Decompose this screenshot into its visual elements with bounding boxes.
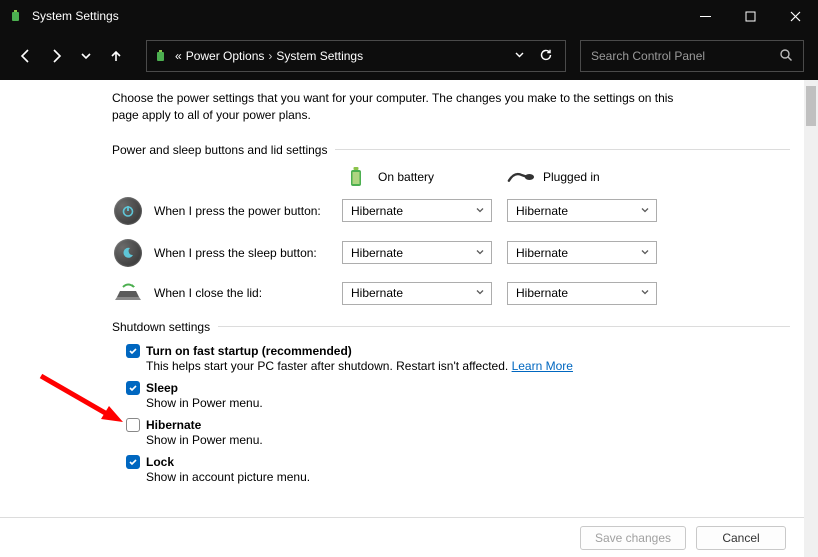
checkbox-description: This helps start your PC faster after sh… <box>146 359 790 373</box>
intro-text: Choose the power settings that you want … <box>112 90 692 125</box>
cancel-button[interactable]: Cancel <box>696 526 786 550</box>
chevron-right-icon: › <box>268 49 272 63</box>
navbar: « Power Options › System Settings <box>0 32 818 80</box>
scrollbar[interactable] <box>804 80 818 557</box>
scrollbar-thumb[interactable] <box>806 86 816 126</box>
refresh-button[interactable] <box>539 48 553 65</box>
save-button[interactable]: Save changes <box>580 526 686 550</box>
combo-value: Hibernate <box>351 246 403 260</box>
row-label: When I close the lid: <box>154 286 262 300</box>
breadcrumb-item[interactable]: System Settings <box>276 49 363 63</box>
maximize-button[interactable] <box>728 0 773 32</box>
column-headers: On battery Plugged in <box>112 167 790 187</box>
window-controls <box>683 0 818 32</box>
chevron-down-icon <box>640 246 650 260</box>
content-area: Choose the power settings that you want … <box>0 80 818 557</box>
chevron-down-icon <box>475 204 485 218</box>
row-label: When I press the sleep button: <box>154 246 317 260</box>
footer: Save changes Cancel <box>0 517 804 557</box>
address-bar[interactable]: « Power Options › System Settings <box>146 40 566 72</box>
option-hibernate: Hibernate Show in Power menu. <box>126 418 790 447</box>
checkbox-label: Turn on fast startup (recommended) <box>146 344 352 358</box>
combo-value: Hibernate <box>351 286 403 300</box>
combo-value: Hibernate <box>516 246 568 260</box>
column-label: Plugged in <box>543 170 600 184</box>
window-title: System Settings <box>32 9 119 23</box>
checkbox-sleep[interactable] <box>126 381 140 395</box>
combo-sleep-plugged[interactable]: Hibernate <box>507 241 657 264</box>
search-icon[interactable] <box>779 48 793 65</box>
breadcrumb-prefix: « <box>175 49 182 63</box>
row-lid: When I close the lid: Hibernate Hibernat… <box>112 281 790 306</box>
option-fast-startup: Turn on fast startup (recommended) This … <box>126 344 790 373</box>
up-button[interactable] <box>104 40 128 72</box>
chevron-down-icon[interactable] <box>514 49 525 63</box>
plug-icon <box>507 167 535 187</box>
breadcrumb-item[interactable]: Power Options <box>186 49 265 63</box>
combo-sleep-battery[interactable]: Hibernate <box>342 241 492 264</box>
back-button[interactable] <box>14 40 38 72</box>
chevron-down-icon <box>640 286 650 300</box>
search-input[interactable] <box>591 49 779 63</box>
laptop-lid-icon <box>113 281 143 306</box>
checkbox-label: Lock <box>146 455 174 469</box>
titlebar: System Settings <box>0 0 818 32</box>
option-lock: Lock Show in account picture menu. <box>126 455 790 484</box>
combo-value: Hibernate <box>351 204 403 218</box>
chevron-down-icon <box>475 286 485 300</box>
column-label: On battery <box>378 170 434 184</box>
forward-button[interactable] <box>44 40 68 72</box>
search-box[interactable] <box>580 40 804 72</box>
column-header-battery: On battery <box>342 167 507 187</box>
option-sleep: Sleep Show in Power menu. <box>126 381 790 410</box>
checkbox-lock[interactable] <box>126 455 140 469</box>
row-label: When I press the power button: <box>154 204 321 218</box>
checkbox-hibernate[interactable] <box>126 418 140 432</box>
moon-icon <box>114 239 142 267</box>
checkbox-description: Show in account picture menu. <box>146 470 790 484</box>
combo-power-plugged[interactable]: Hibernate <box>507 199 657 222</box>
checkbox-description: Show in Power menu. <box>146 433 790 447</box>
battery-icon <box>153 48 169 64</box>
combo-value: Hibernate <box>516 204 568 218</box>
checkbox-description: Show in Power menu. <box>146 396 790 410</box>
combo-value: Hibernate <box>516 286 568 300</box>
minimize-button[interactable] <box>683 0 728 32</box>
close-button[interactable] <box>773 0 818 32</box>
breadcrumb[interactable]: « Power Options › System Settings <box>175 49 363 63</box>
recent-locations-button[interactable] <box>74 40 98 72</box>
combo-power-battery[interactable]: Hibernate <box>342 199 492 222</box>
checkbox-label: Sleep <box>146 381 178 395</box>
checkbox-fast-startup[interactable] <box>126 344 140 358</box>
battery-icon <box>8 8 24 24</box>
section-label: Power and sleep buttons and lid settings <box>112 143 327 157</box>
combo-lid-battery[interactable]: Hibernate <box>342 282 492 305</box>
column-header-plugged: Plugged in <box>507 167 672 187</box>
learn-more-link[interactable]: Learn More <box>512 359 573 373</box>
chevron-down-icon <box>475 246 485 260</box>
section-header-shutdown: Shutdown settings <box>112 320 790 334</box>
combo-lid-plugged[interactable]: Hibernate <box>507 282 657 305</box>
chevron-down-icon <box>640 204 650 218</box>
section-header-buttons: Power and sleep buttons and lid settings <box>112 143 790 157</box>
section-label: Shutdown settings <box>112 320 210 334</box>
row-power-button: When I press the power button: Hibernate… <box>112 197 790 225</box>
checkbox-label: Hibernate <box>146 418 201 432</box>
power-icon <box>114 197 142 225</box>
row-sleep-button: When I press the sleep button: Hibernate… <box>112 239 790 267</box>
battery-icon <box>342 167 370 187</box>
